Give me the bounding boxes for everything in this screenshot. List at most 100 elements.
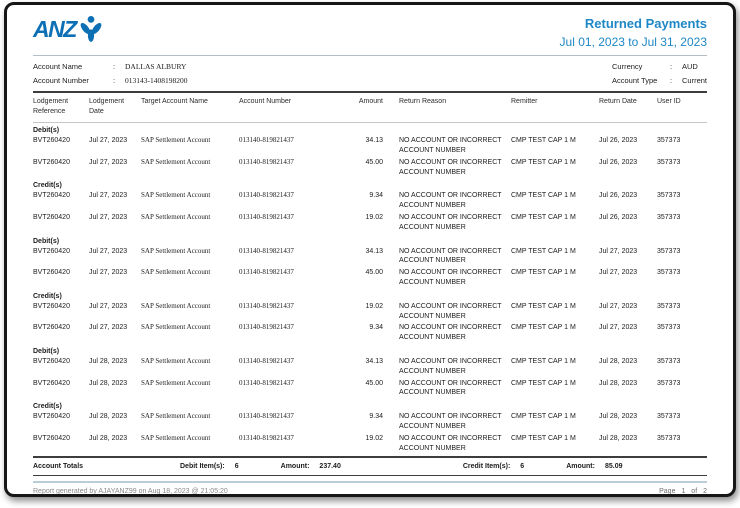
table-row: BVT260420 Jul 27, 2023 SAP Settlement Acco… [33, 157, 707, 179]
cell-account-number: 013140-819821437 [239, 213, 294, 222]
debit-amount-value: 237.40 [319, 463, 341, 471]
cell-user-id: 357373 [657, 324, 681, 332]
cell-amount: 9.34 [369, 413, 383, 421]
total-pages: 2 [703, 488, 707, 496]
footer-row: Report generated by AJAYANZ99 on Aug 18,… [33, 488, 707, 496]
cell-amount: 19.02 [365, 434, 383, 442]
cell-account-number: 013140-819821437 [239, 323, 294, 332]
cell-remitter: CMP TEST CAP 1 M [511, 413, 576, 421]
table-header-row: Lodgement Reference Lodgement Date Target … [33, 93, 707, 124]
cell-remitter: CMP TEST CAP 1 M [511, 137, 576, 145]
cell-return-date: Jul 26, 2023 [599, 137, 638, 145]
cell-return-date: Jul 26, 2023 [599, 158, 638, 166]
generated-by-text: Report generated by AJAYANZ99 on Aug 18,… [33, 488, 228, 496]
cell-target-account-name: SAP Settlement Account [141, 412, 211, 421]
account-type-label: Account Type [611, 75, 658, 85]
credit-amount-label: Amount: [566, 463, 595, 471]
cell-return-reason: NO ACCOUNT OR INCORRECT ACCOUNT NUMBER [399, 358, 502, 375]
cell-amount: 34.13 [365, 137, 383, 145]
cell-account-number: 013140-819821437 [239, 357, 294, 366]
report-table-body: Debit(s) BVT260420 Jul 27, 2023 SAP Settlem… [33, 123, 707, 454]
anz-logo: ANZ [33, 16, 103, 43]
debit-amount-label: Amount: [280, 463, 310, 471]
section-label: Credit(s) [33, 403, 62, 411]
cell-remitter: CMP TEST CAP 1 M [511, 434, 576, 442]
currency-row: Currency : AUD [612, 60, 707, 74]
cell-user-id: 357373 [657, 137, 681, 145]
debit-items-value: 6 [234, 463, 239, 471]
column-header-amount: Amount [358, 98, 383, 105]
cell-return-reason: NO ACCOUNT OR INCORRECT ACCOUNT NUMBER [399, 379, 502, 397]
report-date-range: Jul 01, 2023 to Jul 31, 2023 [559, 35, 707, 49]
table-row: BVT260420 Jul 28, 2023 SAP Settlement Acco… [33, 378, 707, 400]
title-block: Returned Payments Jul 01, 2023 to Jul 31… [560, 16, 707, 49]
cell-return-date: Jul 27, 2023 [599, 302, 638, 310]
cell-target-account-name: SAP Settlement Account [141, 268, 211, 277]
account-number-value: 013143-1408198200 [125, 75, 188, 85]
cell-amount: 34.13 [365, 247, 383, 255]
cell-lodgement-reference: BVT260420 [33, 379, 70, 387]
cell-amount: 45.00 [365, 379, 383, 387]
cell-return-reason: NO ACCOUNT OR INCORRECT ACCOUNT NUMBER [399, 302, 502, 320]
colon: : [113, 75, 116, 85]
cell-target-account-name: SAP Settlement Account [141, 378, 211, 387]
cell-remitter: CMP TEST CAP 1 M [511, 247, 576, 255]
cell-lodgement-reference: BVT260420 [33, 214, 70, 222]
cell-lodgement-date: Jul 27, 2023 [89, 302, 128, 310]
cell-lodgement-reference: BVT260420 [33, 192, 70, 200]
cell-target-account-name: SAP Settlement Account [141, 157, 211, 166]
cell-user-id: 357373 [657, 434, 681, 442]
table-row: BVT260420 Jul 27, 2023 SAP Settlement Acco… [33, 322, 707, 344]
report-title: Returned Payments [584, 16, 707, 31]
cell-return-reason: NO ACCOUNT OR INCORRECT ACCOUNT NUMBER [399, 324, 502, 342]
cell-return-reason: NO ACCOUNT OR INCORRECT ACCOUNT NUMBER [399, 434, 502, 452]
account-name-row: Account Name : DALLAS ALBURY [33, 60, 188, 74]
cell-return-date: Jul 27, 2023 [599, 324, 638, 332]
cell-lodgement-date: Jul 28, 2023 [89, 434, 128, 442]
account-name-value: DALLAS ALBURY [125, 62, 187, 71]
cell-lodgement-date: Jul 28, 2023 [89, 358, 128, 366]
cell-remitter: CMP TEST CAP 1 M [511, 158, 576, 166]
column-header-lodgement-reference: Lodgement Reference [33, 98, 69, 116]
account-info-left: Account Name : DALLAS ALBURY Account Num… [33, 60, 188, 87]
account-number-row: Account Number : 013143-1408198200 [33, 74, 188, 88]
column-header-remitter: Remitter [511, 98, 538, 105]
cell-lodgement-date: Jul 27, 2023 [89, 158, 128, 166]
section-label: Debit(s) [33, 127, 60, 135]
report-footer: Report generated by AJAYANZ99 on Aug 18,… [33, 483, 707, 496]
cell-return-reason: NO ACCOUNT OR INCORRECT ACCOUNT NUMBER [399, 137, 502, 155]
page-number: 1 [681, 488, 686, 496]
cell-remitter: CMP TEST CAP 1 M [511, 379, 576, 387]
cell-remitter: CMP TEST CAP 1 M [511, 214, 576, 222]
cell-user-id: 357373 [657, 302, 681, 310]
cell-lodgement-reference: BVT260420 [33, 158, 70, 166]
table-row: BVT260420 Jul 28, 2023 SAP Settlement Acco… [33, 433, 707, 455]
cell-lodgement-reference: BVT260420 [33, 358, 70, 366]
cell-lodgement-reference: BVT260420 [33, 324, 70, 332]
cell-account-number: 013140-819821437 [239, 412, 294, 421]
cell-return-reason: NO ACCOUNT OR INCORRECT ACCOUNT NUMBER [399, 247, 502, 265]
anz-lotus-icon [80, 16, 102, 42]
cell-remitter: CMP TEST CAP 1 M [511, 192, 576, 200]
cell-amount: 9.34 [369, 324, 383, 332]
cell-return-date: Jul 28, 2023 [599, 358, 638, 366]
cell-account-number: 013140-819821437 [239, 246, 294, 255]
cell-remitter: CMP TEST CAP 1 M [511, 302, 576, 310]
cell-lodgement-reference: BVT260420 [33, 269, 70, 277]
report-header: ANZ Returned Payments Jul 01, 2023 to Ju… [33, 11, 707, 55]
cell-target-account-name: SAP Settlement Account [141, 213, 211, 222]
cell-return-reason: NO ACCOUNT OR INCORRECT ACCOUNT NUMBER [399, 413, 502, 431]
colon: : [669, 62, 673, 71]
account-totals-label: Account Totals [33, 463, 84, 471]
cell-target-account-name: SAP Settlement Account [141, 301, 211, 310]
account-type-row: Account Type : Current [612, 74, 707, 88]
credit-amount-value: 85.09 [604, 463, 623, 471]
cell-lodgement-reference: BVT260420 [33, 137, 70, 145]
cell-return-date: Jul 27, 2023 [599, 269, 638, 277]
cell-return-reason: NO ACCOUNT OR INCORRECT ACCOUNT NUMBER [399, 192, 502, 210]
section-label: Credit(s) [33, 292, 62, 300]
table-row: BVT260420 Jul 27, 2023 SAP Settlement Acco… [33, 267, 707, 289]
page-of-label: of [691, 488, 698, 496]
cell-account-number: 013140-819821437 [239, 157, 294, 166]
account-name-label: Account Name [33, 62, 83, 71]
